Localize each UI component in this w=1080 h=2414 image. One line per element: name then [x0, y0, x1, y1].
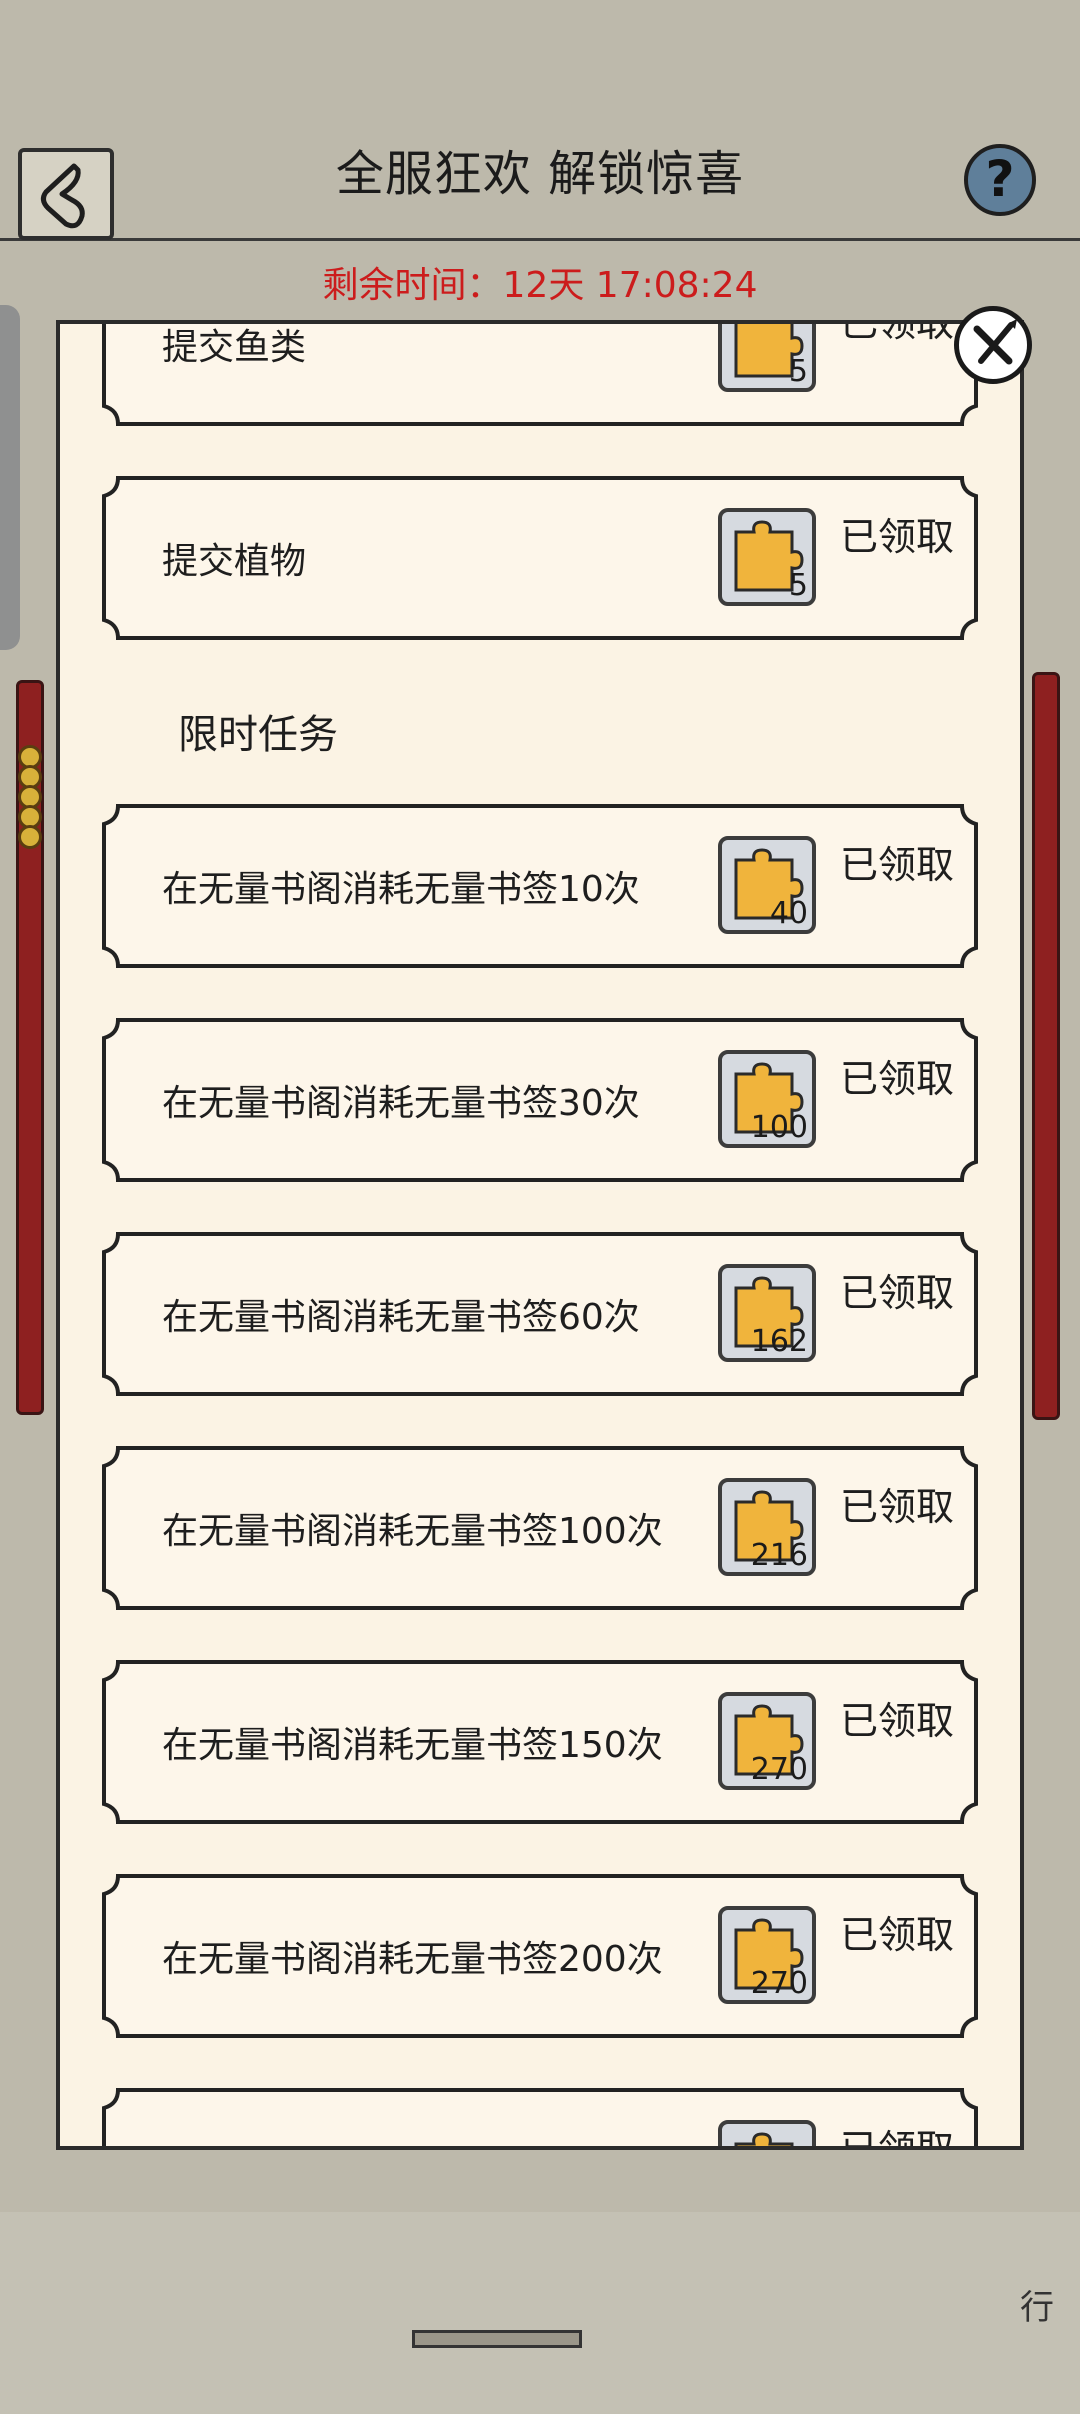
- reward-item[interactable]: 40: [718, 836, 816, 934]
- reward-quantity: 270: [750, 1752, 808, 1787]
- page-title: 全服狂欢 解锁惊喜: [335, 146, 745, 202]
- task-label: 在无量书阁消耗无量书签150次: [162, 1725, 663, 1766]
- task-label: 在无量书阁消耗无量书签200次: [162, 1939, 663, 1980]
- task-card: 在无量书阁消耗无量书签60次 162 已领取: [96, 1228, 984, 1400]
- task-label: 在无量书阁消耗无量书签250次: [162, 2084, 663, 2146]
- claimed-status: 已领取: [840, 1271, 955, 1315]
- task-card: 在无量书阁消耗无量书签200次 270 已领取: [96, 1870, 984, 2042]
- task-label: 在无量书阁消耗无量书签30次: [162, 1083, 640, 1124]
- reward-quantity: 162: [750, 1324, 808, 1359]
- claimed-status: 已领取: [840, 1699, 955, 1743]
- task-card: 在无量书阁消耗无量书签150次 270 已领取: [96, 1656, 984, 1828]
- help-button[interactable]: ?: [964, 144, 1036, 216]
- task-label: 提交植物: [162, 541, 307, 582]
- coin-icon: [18, 825, 42, 849]
- bottom-partial-text: 行: [1020, 2288, 1054, 2328]
- reward-quantity: 216: [750, 1538, 808, 1573]
- remaining-time: 剩余时间：12天 17:08:24: [322, 265, 758, 306]
- reward-item[interactable]: 300: [718, 2120, 816, 2146]
- scroll-rod-right: [1032, 672, 1060, 1420]
- side-tab[interactable]: [0, 305, 20, 650]
- task-card: 提交植物 5 已领取: [96, 472, 984, 644]
- claimed-status: 已领取: [840, 515, 955, 559]
- claimed-status: 已领取: [840, 1485, 955, 1529]
- reward-item[interactable]: 270: [718, 1692, 816, 1790]
- reward-quantity: 40: [769, 896, 808, 931]
- bottom-plate: [412, 2330, 582, 2348]
- question-icon: ?: [985, 150, 1015, 208]
- claimed-status: 已领取: [840, 843, 955, 887]
- task-card: 在无量书阁消耗无量书签10次 40 已领取: [96, 800, 984, 972]
- section-title: 限时任务: [178, 712, 338, 758]
- reward-item[interactable]: 162: [718, 1264, 816, 1362]
- reward-quantity: 5: [788, 354, 808, 389]
- task-card: 提交鱼类 5 已领取: [96, 320, 984, 430]
- reward-quantity: 270: [750, 1966, 808, 2001]
- reward-quantity: 100: [750, 1110, 808, 1145]
- task-label: 在无量书阁消耗无量书签10次: [162, 869, 640, 910]
- reward-item[interactable]: 216: [718, 1478, 816, 1576]
- task-card: 在无量书阁消耗无量书签250次 300 已领取: [96, 2084, 984, 2150]
- reward-quantity: 5: [788, 568, 808, 603]
- task-card: 在无量书阁消耗无量书签100次 216 已领取: [96, 1442, 984, 1614]
- claimed-status: 已领取: [840, 2127, 955, 2150]
- reward-item[interactable]: 5: [718, 324, 816, 392]
- bottom-area: [0, 2212, 1080, 2414]
- task-card: 在无量书阁消耗无量书签30次 100 已领取: [96, 1014, 984, 1186]
- claimed-status: 已领取: [840, 1913, 955, 1957]
- close-button[interactable]: [954, 306, 1032, 384]
- puzzle-piece-icon: [734, 2132, 794, 2146]
- claimed-status: 已领取: [840, 1057, 955, 1101]
- task-label: 在无量书阁消耗无量书签60次: [162, 1297, 640, 1338]
- task-dialog[interactable]: 提交鱼类 5 已领取 提交植物 5 已领取 限时任务 在无量书阁消耗无量书签10次 40 已领取在…: [56, 320, 1024, 2150]
- task-label: 提交鱼类: [162, 327, 307, 368]
- close-icon: [973, 319, 1017, 365]
- task-label: 在无量书阁消耗无量书签100次: [162, 1511, 663, 1552]
- reward-item[interactable]: 5: [718, 508, 816, 606]
- reward-item[interactable]: 100: [718, 1050, 816, 1148]
- claimed-status: 已领取: [840, 320, 955, 345]
- reward-item[interactable]: 270: [718, 1906, 816, 2004]
